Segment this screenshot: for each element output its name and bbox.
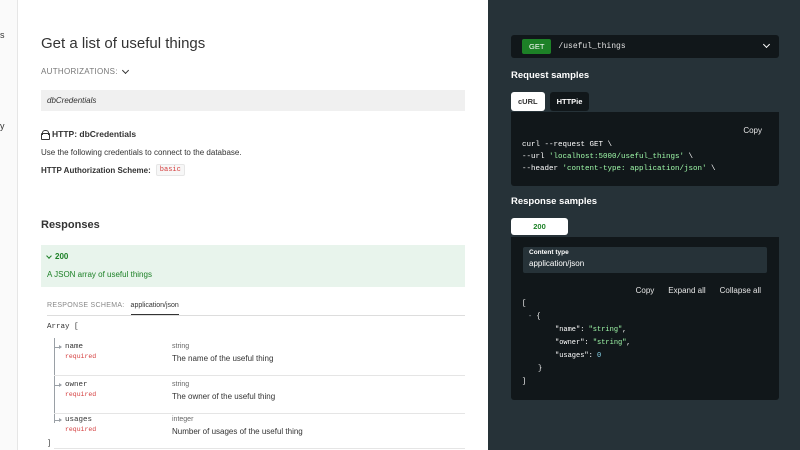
json-key: "owner": (555, 339, 593, 347)
array-open: Array [ (47, 323, 79, 331)
samples-panel: GET /useful_things Request samples cURL … (488, 0, 800, 450)
field-name: usages (65, 416, 93, 424)
endpoint-path: /useful_things (558, 42, 626, 51)
credential-name: dbCredentials (47, 96, 97, 105)
left-sidebar: s y (0, 0, 18, 450)
operation-panel: Get a list of useful things AUTHORIZATIO… (18, 0, 488, 450)
field-type: string (172, 381, 190, 388)
json-line: ] (522, 378, 526, 386)
request-sample-tabs: cURL HTTPie (511, 92, 590, 111)
json-bracket: { (536, 313, 541, 321)
code-text: curl --request GET \ (522, 141, 613, 149)
tab-response-200[interactable]: 200 (511, 218, 568, 235)
json-line: "name": "string", (555, 326, 627, 334)
chevron-down-icon (46, 252, 52, 259)
content-type-value: application/json (529, 259, 585, 268)
json-line: "owner": "string", (555, 339, 631, 347)
chevron-down-icon (121, 66, 129, 74)
json-line: [ (522, 300, 526, 308)
json-value: "string" (592, 339, 627, 347)
json-collapse-toggle[interactable]: - (528, 313, 532, 321)
field-description: The name of the useful thing (172, 354, 274, 363)
response-description: A JSON array of useful things (47, 270, 152, 279)
json-key: "usages": (555, 352, 598, 360)
code-string: 'localhost:5000/useful_things' (549, 153, 685, 161)
field-required: required (65, 353, 97, 360)
schema-field-row: name required string The name of the use… (54, 338, 465, 376)
response-200-block[interactable]: 200 A JSON array of useful things (41, 245, 465, 287)
sample-actions: Copy Expand all Collapse all (636, 286, 761, 295)
code-text: --header (522, 165, 563, 173)
json-value: 0 (597, 352, 602, 360)
field-name: name (65, 343, 84, 351)
json-bracket: ] (522, 378, 527, 386)
json-line: "usages": 0 (555, 352, 601, 360)
responses-title: Responses (41, 219, 100, 231)
endpoint-selector[interactable]: GET /useful_things (511, 35, 779, 58)
json-line: } (538, 365, 542, 373)
auth-description: Use the following credentials to connect… (41, 148, 242, 157)
tree-branch-icon (54, 345, 62, 349)
field-type: string (172, 343, 190, 350)
schema-field-row: usages required integer Number of usages… (54, 411, 465, 449)
chevron-down-icon (762, 40, 771, 49)
code-text: \ (684, 153, 694, 161)
copy-button[interactable]: Copy (636, 286, 655, 295)
http-method-badge: GET (522, 39, 552, 54)
response-schema-row: RESPONSE SCHEMA: application/json (47, 302, 465, 316)
json-line: - { (528, 313, 541, 321)
json-value: "string" (588, 326, 623, 334)
request-code-block: Copy curl --request GET \ --url 'localho… (511, 112, 779, 186)
lock-icon (41, 130, 50, 140)
field-name: owner (65, 381, 88, 389)
auth-scheme-value: basic (155, 164, 185, 176)
copy-button[interactable]: Copy (743, 126, 762, 135)
authorizations-toggle[interactable]: AUTHORIZATIONS: (41, 66, 129, 76)
response-sample-block: Content type application/json Copy Expan… (511, 237, 779, 400)
content-type-label: Content type (529, 249, 569, 256)
request-samples-title: Request samples (511, 70, 590, 81)
code-line: curl --request GET \ (522, 141, 612, 149)
code-text: --url (522, 153, 550, 161)
http-auth-heading: HTTP: dbCredentials (41, 129, 137, 140)
tree-branch-icon (54, 418, 62, 422)
schema-type: application/json (130, 302, 179, 315)
json-key: "name": (555, 326, 589, 334)
field-required: required (65, 426, 97, 433)
schema-label: RESPONSE SCHEMA: (47, 302, 125, 309)
response-code: 200 (55, 252, 69, 261)
page-title: Get a list of useful things (41, 35, 206, 52)
code-line: --header 'content-type: application/json… (522, 165, 716, 173)
schema-field-row: owner required string The owner of the u… (54, 376, 465, 414)
sidebar-text-fragment[interactable]: s (0, 30, 5, 40)
code-line: --url 'localhost:5000/useful_things' \ (522, 153, 693, 161)
sidebar-text-fragment[interactable]: y (0, 121, 5, 131)
authorizations-label: AUTHORIZATIONS: (41, 67, 118, 76)
code-string: 'content-type: application/json' (562, 165, 707, 173)
tab-curl[interactable]: cURL (511, 92, 545, 111)
tree-branch-icon (54, 383, 62, 387)
code-text: \ (706, 165, 716, 173)
array-close: ] (47, 440, 52, 448)
expand-all-button[interactable]: Expand all (668, 286, 705, 295)
field-required: required (65, 391, 97, 398)
collapse-all-button[interactable]: Collapse all (720, 286, 761, 295)
auth-scheme: HTTP Authorization Scheme: basic (41, 164, 185, 176)
json-bracket: [ (522, 300, 527, 308)
response-toggle[interactable]: 200 (46, 252, 69, 261)
auth-scheme-label: HTTP Authorization Scheme: (41, 165, 151, 175)
field-description: The owner of the useful thing (172, 392, 276, 401)
response-samples-title: Response samples (511, 196, 598, 207)
http-auth-label: HTTP: dbCredentials (52, 129, 137, 139)
content-type-selector[interactable]: Content type application/json (523, 247, 767, 273)
field-type: integer (172, 416, 194, 423)
json-bracket: } (538, 365, 543, 373)
field-description: Number of usages of the useful thing (172, 427, 303, 436)
tab-httpie[interactable]: HTTPie (549, 92, 590, 111)
credential-tab[interactable]: dbCredentials (41, 90, 465, 111)
